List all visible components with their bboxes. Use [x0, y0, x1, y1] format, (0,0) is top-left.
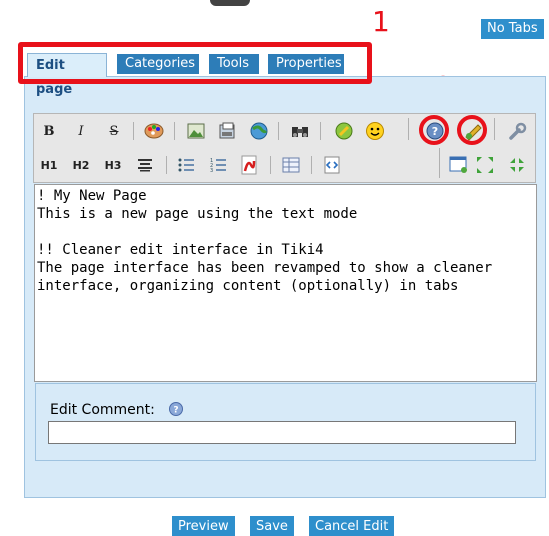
- code-icon[interactable]: [321, 154, 343, 176]
- toolbar-separator: [174, 122, 175, 140]
- comment-help-icon[interactable]: ?: [168, 401, 184, 421]
- annotation-number-1: 1: [372, 5, 390, 38]
- fullscreen-icon[interactable]: [474, 154, 496, 176]
- bulleted-list-icon[interactable]: [175, 154, 197, 176]
- shrink-icon[interactable]: [506, 154, 528, 176]
- italic-icon[interactable]: I: [70, 120, 92, 142]
- find-replace-icon[interactable]: [289, 120, 311, 142]
- svg-text:?: ?: [173, 406, 178, 416]
- heading2-icon[interactable]: H2: [70, 154, 92, 176]
- align-center-icon[interactable]: [134, 154, 156, 176]
- numbered-list-icon[interactable]: 123: [207, 154, 229, 176]
- tab-tools[interactable]: Tools: [209, 54, 259, 74]
- web-link-icon[interactable]: [248, 120, 270, 142]
- toolbar-separator: [278, 122, 279, 140]
- page-content-editor[interactable]: ! My New Page This is a new page using t…: [34, 184, 537, 382]
- cancel-edit-button[interactable]: Cancel Edit: [309, 516, 395, 536]
- page-heading-fragment: [210, 0, 250, 6]
- edit-comment-input[interactable]: [48, 421, 516, 444]
- switch-editor-icon[interactable]: [448, 154, 470, 176]
- table-icon[interactable]: [280, 154, 302, 176]
- toolbar-separator: [408, 118, 409, 140]
- toolbar-separator: [439, 148, 440, 178]
- toolbar-separator: [166, 156, 167, 174]
- toolbar-separator: [133, 122, 134, 140]
- image-icon[interactable]: [185, 120, 207, 142]
- color-palette-icon[interactable]: [143, 120, 165, 142]
- svg-text:3: 3: [210, 168, 213, 173]
- no-tabs-button[interactable]: No Tabs: [481, 19, 544, 39]
- toolbar-separator: [270, 156, 271, 174]
- smiley-icon[interactable]: [364, 120, 386, 142]
- toolbar-separator: [320, 122, 321, 140]
- heading3-icon[interactable]: H3: [102, 154, 124, 176]
- file-gallery-icon[interactable]: [216, 120, 238, 142]
- tab-properties[interactable]: Properties: [268, 54, 344, 74]
- preview-button[interactable]: Preview: [172, 516, 235, 536]
- edit-comment-label: Edit Comment:: [50, 402, 155, 418]
- heading1-icon[interactable]: H1: [38, 154, 60, 176]
- save-button[interactable]: Save: [250, 516, 294, 536]
- annotation-circle-3: [457, 115, 487, 145]
- toolbar-separator: [494, 118, 495, 140]
- pdf-icon[interactable]: [238, 154, 260, 176]
- bold-icon[interactable]: B: [38, 120, 60, 142]
- tab-categories[interactable]: Categories: [117, 54, 199, 74]
- admin-wrench-icon[interactable]: [506, 120, 528, 142]
- toolbar-separator: [311, 156, 312, 174]
- special-char-icon[interactable]: [333, 120, 355, 142]
- strikethrough-icon[interactable]: S: [103, 120, 125, 142]
- tab-edit-page[interactable]: Edit page: [27, 53, 107, 97]
- annotation-circle-2: [419, 115, 449, 145]
